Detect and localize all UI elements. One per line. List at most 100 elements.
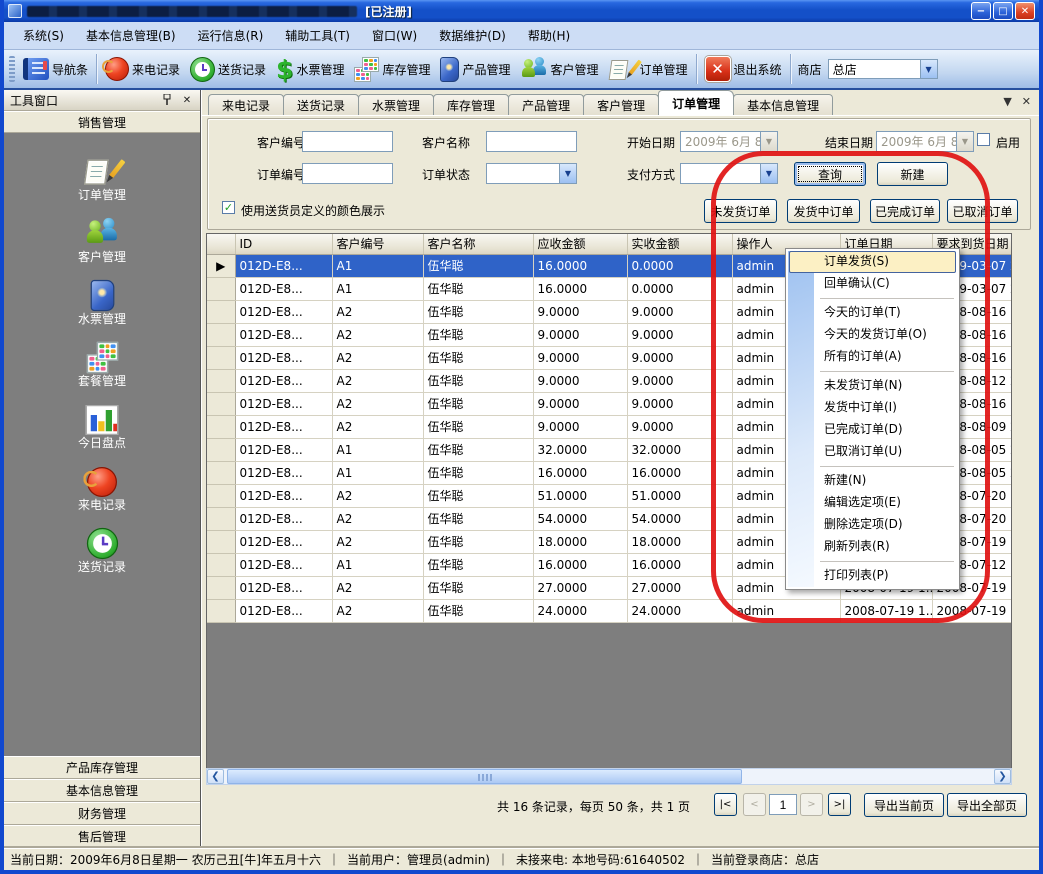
row-selector-cell[interactable] (207, 346, 235, 369)
row-selector-cell[interactable] (207, 530, 235, 553)
unshipped-orders-button[interactable]: 未发货订单 (704, 199, 777, 223)
end-date-picker[interactable]: 2009年 6月 8日 ▼ (876, 131, 974, 152)
column-header[interactable]: 客户编号 (332, 234, 423, 254)
scroll-right-icon[interactable]: ❯ (994, 769, 1011, 784)
sidebar-item-package-management[interactable]: 套餐管理 (4, 332, 200, 394)
toolbar-products[interactable]: 产品管理 (435, 54, 515, 85)
row-selector-cell[interactable] (207, 553, 235, 576)
close-button[interactable]: ✕ (1015, 2, 1035, 20)
color-checkbox[interactable]: ✓ (222, 201, 235, 214)
context-menu-item-cancelled-orders[interactable]: 已取消订单(U) (788, 441, 957, 463)
enable-checkbox[interactable] (977, 133, 990, 146)
column-header[interactable]: 应收金额 (533, 234, 627, 254)
row-selector-cell[interactable] (207, 438, 235, 461)
sidebar-item-order-management[interactable]: 订单管理 (4, 146, 200, 208)
toolbar-exit[interactable]: ✕ 退出系统 (700, 53, 787, 85)
menu-system[interactable]: 系统(S) (12, 23, 75, 48)
query-button[interactable]: 查询 (794, 162, 866, 186)
menu-window[interactable]: 窗口(W) (361, 23, 428, 48)
first-page-button[interactable]: |< (714, 793, 737, 816)
row-selector-cell[interactable] (207, 576, 235, 599)
toolbar-call-records[interactable]: 来电记录 (100, 54, 185, 84)
sidebar-section-sales[interactable]: 销售管理 (4, 111, 200, 133)
toolbar-customers[interactable]: 客户管理 (516, 54, 604, 85)
context-menu-item-today-ship-orders[interactable]: 今天的发货订单(O) (788, 324, 957, 346)
column-header[interactable]: 客户名称 (423, 234, 533, 254)
toolbar-water-tickets[interactable]: $ 水票管理 (271, 54, 349, 85)
toolbar-orders[interactable]: 订单管理 (604, 54, 693, 85)
shipping-orders-button[interactable]: 发货中订单 (787, 199, 860, 223)
export-all-pages-button[interactable]: 导出全部页 (947, 793, 1027, 817)
context-menu-item-delete-selected[interactable]: 删除选定项(D) (788, 514, 957, 536)
tab-call-records[interactable]: 来电记录 (208, 94, 284, 115)
context-menu-item-all-orders[interactable]: 所有的订单(A) (788, 346, 957, 368)
row-selector-cell[interactable] (207, 277, 235, 300)
completed-orders-button[interactable]: 已完成订单 (870, 199, 940, 223)
context-menu-item-edit-selected[interactable]: 编辑选定项(E) (788, 492, 957, 514)
toolbar-grip[interactable] (9, 56, 15, 82)
row-selector-cell[interactable]: ▶ (207, 254, 235, 277)
toolbar-navigator[interactable]: 导航条 (18, 55, 93, 83)
last-page-button[interactable]: >| (828, 793, 851, 816)
context-menu-item-refresh-list[interactable]: 刷新列表(R) (788, 536, 957, 558)
menu-data-maint[interactable]: 数据维护(D) (428, 23, 517, 48)
menu-basic-info[interactable]: 基本信息管理(B) (75, 23, 187, 48)
menu-aux-tools[interactable]: 辅助工具(T) (274, 23, 361, 48)
customer-no-input[interactable] (302, 131, 393, 152)
tab-delivery-records[interactable]: 送货记录 (283, 94, 359, 115)
tab-inventory[interactable]: 库存管理 (433, 94, 509, 115)
context-menu-item-new[interactable]: 新建(N) (788, 470, 957, 492)
table-row[interactable]: 012D-E8...A2伍华聪24.000024.0000admin2008-0… (207, 599, 1012, 622)
tab-water-tickets[interactable]: 水票管理 (358, 94, 434, 115)
context-menu-item-order-ship[interactable]: 订单发货(S) (789, 251, 956, 273)
order-no-input[interactable] (302, 163, 393, 184)
context-menu-item-print-list[interactable]: 打印列表(P) (788, 565, 957, 587)
toolbar-inventory[interactable]: 库存管理 (349, 54, 435, 85)
close-icon[interactable]: ✕ (180, 93, 194, 107)
sidebar-item-call-records[interactable]: 来电记录 (4, 456, 200, 518)
context-menu-item-unshipped-orders[interactable]: 未发货订单(N) (788, 375, 957, 397)
new-button[interactable]: 新建 (877, 162, 948, 186)
pin-icon[interactable] (160, 93, 174, 107)
tab-close-icon[interactable]: ✕ (1022, 95, 1031, 108)
context-menu-item-today-orders[interactable]: 今天的订单(T) (788, 302, 957, 324)
toolbar-delivery-records[interactable]: 送货记录 (185, 54, 271, 85)
maximize-button[interactable]: □ (993, 2, 1013, 20)
tab-orders[interactable]: 订单管理 (658, 90, 734, 115)
column-header[interactable]: 实收金额 (627, 234, 732, 254)
page-number-input[interactable] (769, 794, 797, 815)
pay-method-combobox[interactable]: ▼ (680, 163, 778, 184)
sidebar-section-basic-info[interactable]: 基本信息管理 (4, 779, 200, 802)
sidebar-item-customer-management[interactable]: 客户管理 (4, 208, 200, 270)
chevron-down-icon[interactable]: ▼ (559, 164, 576, 183)
next-page-button[interactable]: > (800, 793, 823, 816)
row-selector-cell[interactable] (207, 369, 235, 392)
export-current-page-button[interactable]: 导出当前页 (864, 793, 944, 817)
order-status-combobox[interactable]: ▼ (486, 163, 577, 184)
sidebar-item-water-ticket-management[interactable]: 水票管理 (4, 270, 200, 332)
tab-basic-info[interactable]: 基本信息管理 (733, 94, 833, 115)
context-menu-item-completed-orders[interactable]: 已完成订单(D) (788, 419, 957, 441)
customer-name-input[interactable] (486, 131, 577, 152)
tab-dropdown-icon[interactable]: ▼ (1003, 95, 1011, 108)
row-selector-cell[interactable] (207, 323, 235, 346)
column-header[interactable]: ID (235, 234, 332, 254)
row-selector-cell[interactable] (207, 484, 235, 507)
prev-page-button[interactable]: < (743, 793, 766, 816)
row-selector-cell[interactable] (207, 415, 235, 438)
sidebar-section-finance[interactable]: 财务管理 (4, 802, 200, 825)
context-menu-item-shipping-orders[interactable]: 发货中订单(I) (788, 397, 957, 419)
row-selector-header[interactable] (207, 234, 235, 254)
minimize-button[interactable]: − (971, 2, 991, 20)
tab-products[interactable]: 产品管理 (508, 94, 584, 115)
sidebar-item-today-stocktake[interactable]: 今日盘点 (4, 394, 200, 456)
chevron-down-icon[interactable]: ▼ (920, 60, 937, 78)
row-selector-cell[interactable] (207, 392, 235, 415)
horizontal-scrollbar[interactable]: ❮ ❯ (206, 768, 1012, 785)
sidebar-section-after-sales[interactable]: 售后管理 (4, 825, 200, 848)
sidebar-item-delivery-records[interactable]: 送货记录 (4, 518, 200, 580)
store-combobox[interactable]: 总店 ▼ (828, 59, 938, 79)
scrollbar-thumb[interactable] (227, 769, 742, 784)
scroll-left-icon[interactable]: ❮ (207, 769, 224, 784)
row-selector-cell[interactable] (207, 507, 235, 530)
